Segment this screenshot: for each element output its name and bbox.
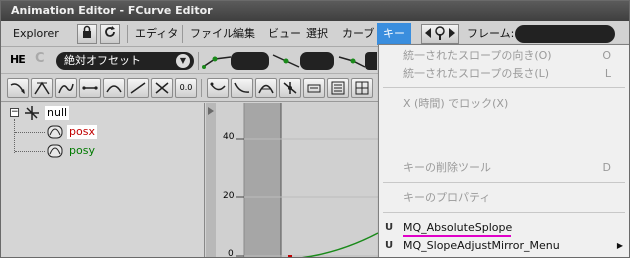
key-curve-icon — [210, 82, 226, 91]
menu-item-shortcut: D — [602, 161, 611, 174]
grid-icon — [355, 81, 369, 95]
menu-item-label: 統一されたスロープの長さ(L) — [403, 67, 550, 80]
slope-out-icon[interactable] — [337, 51, 367, 71]
lock-button[interactable] — [77, 24, 97, 44]
slope-tool-button[interactable] — [231, 78, 253, 98]
slope-in-value-field[interactable] — [231, 52, 269, 70]
refresh-button[interactable] — [100, 24, 120, 44]
menu-select[interactable]: 選択 — [306, 24, 328, 44]
slope-out-value-field[interactable] — [365, 52, 377, 70]
tangent-tool-button[interactable] — [31, 78, 53, 98]
smooth-tool-button[interactable] — [103, 78, 125, 98]
insert-key-button[interactable] — [279, 78, 301, 98]
tree-item-posy[interactable]: posy — [67, 144, 97, 158]
menu-item-lock-x[interactable]: X (時間) でロック(X) — [379, 95, 629, 113]
move-key-button[interactable] — [303, 78, 325, 98]
linear-icon — [82, 86, 98, 90]
explorer-menu[interactable]: Explorer — [13, 24, 59, 44]
menu-item-shortcut: L — [604, 67, 611, 80]
spline-tool-button[interactable] — [55, 78, 77, 98]
toolbar-separator — [201, 79, 202, 97]
title-bar: Animation Editor - FCurve Editor — [1, 1, 629, 21]
menu-separator — [383, 87, 625, 88]
linear-tool-button[interactable] — [79, 78, 101, 98]
user-script-icon: U — [385, 240, 394, 251]
frame-label: フレーム: — [467, 27, 515, 40]
curve-icon — [10, 83, 25, 94]
menu-separator — [383, 182, 625, 183]
menu-view[interactable]: ビュー — [268, 24, 301, 44]
menu-item-unified-slope-length[interactable]: 統一されたスロープの長さ(L) L — [379, 65, 629, 83]
menu-item-key-properties[interactable]: キーのプロパティ — [379, 189, 629, 207]
menu-item-shortcut: O — [602, 49, 611, 62]
null-object-icon — [25, 106, 39, 120]
menu-file[interactable]: ファイル — [190, 24, 234, 44]
menu-item-label: MQ_AbsoluteSplope — [403, 221, 513, 234]
he-label[interactable]: HE — [10, 53, 26, 66]
menu-item-unified-slope-direction[interactable]: 統一されたスロープの向き(O) O — [379, 47, 629, 65]
menu-curve[interactable]: カーブ — [342, 24, 374, 44]
offset-mode-value: 絶対オフセット — [64, 54, 141, 67]
slope-length-icon[interactable] — [271, 51, 301, 71]
break-icon — [155, 82, 169, 94]
menu-edit[interactable]: 編集 — [233, 24, 255, 44]
y-tick-label: 20 — [223, 191, 235, 201]
tree-root-label[interactable]: null — [45, 106, 70, 120]
key-menu-dropdown: 統一されたスロープの向き(O) O 統一されたスロープの長さ(L) L X (時… — [378, 44, 629, 257]
menu-item-label: キーの削除ツール — [403, 161, 491, 174]
submenu-arrow-icon: ▶ — [616, 241, 623, 250]
user-script-icon: U — [385, 222, 394, 233]
animation-editor-window: Animation Editor - FCurve Editor Explore… — [0, 0, 630, 258]
bezier-tool-button[interactable] — [255, 78, 277, 98]
y-tick-label: 0 — [228, 249, 234, 258]
tree-guide-line — [14, 119, 15, 153]
insert-key-icon — [283, 82, 297, 94]
menubar-separator — [127, 25, 128, 43]
refresh-icon — [105, 26, 115, 37]
list-icon — [331, 81, 345, 95]
curve-tool-button[interactable] — [7, 78, 29, 98]
smooth-icon — [106, 85, 122, 93]
tangent-icon — [34, 81, 50, 95]
menu-key[interactable]: キー — [377, 23, 411, 45]
collapse-toggle[interactable]: − — [10, 108, 19, 117]
bezier-icon — [258, 84, 274, 94]
menubar-separator — [182, 25, 183, 43]
spline-icon — [58, 83, 74, 94]
move-key-icon — [307, 84, 321, 93]
menu-item-delete-key-tool[interactable]: キーの削除ツール D — [379, 159, 629, 177]
tree-guide-line — [15, 132, 45, 133]
step-icon — [130, 82, 146, 94]
chevron-down-icon: ▼ — [176, 54, 190, 68]
tree-guide-line — [15, 151, 45, 152]
step-tool-button[interactable] — [127, 78, 149, 98]
constraint-icon[interactable]: C — [35, 51, 45, 66]
menu-item-mq-slope-adjust-mirror[interactable]: U MQ_SlopeAdjustMirror_Menu ▶ — [379, 237, 629, 255]
menu-item-label: 統一されたスロープの向き(O) — [403, 49, 552, 62]
slope-length-value-field[interactable] — [300, 52, 334, 70]
frame-nav-button[interactable] — [421, 24, 459, 44]
y-tick-label: 40 — [223, 132, 235, 142]
fcurve-icon — [47, 144, 63, 158]
editor-menu[interactable]: エディタ — [135, 24, 178, 44]
menu-item-label: MQ_SlopeAdjustMirror_Menu — [403, 239, 560, 252]
break-tool-button[interactable] — [151, 78, 173, 98]
menu-item-label: キーのプロパティ — [403, 191, 491, 204]
offset-mode-select[interactable]: 絶対オフセット ▼ — [56, 52, 194, 70]
grid-view-button[interactable] — [351, 78, 373, 98]
frame-input[interactable] — [515, 25, 615, 43]
slope-curve-icon — [234, 82, 250, 93]
key-navigation-icon — [425, 26, 455, 40]
curve-tree-panel: − null posx posy — [1, 103, 205, 257]
toolbar-separator — [198, 52, 199, 70]
menu-item-label: X (時間) でロック(X) — [403, 97, 509, 110]
fcurve-icon — [47, 125, 63, 139]
list-view-button[interactable] — [327, 78, 349, 98]
zero-value-button[interactable]: 0.0 — [175, 78, 197, 98]
lock-icon — [83, 25, 91, 38]
key-tool-button[interactable] — [207, 78, 229, 98]
slope-in-icon[interactable] — [201, 51, 233, 71]
tree-item-posx[interactable]: posx — [67, 125, 97, 139]
menu-separator — [383, 212, 625, 213]
